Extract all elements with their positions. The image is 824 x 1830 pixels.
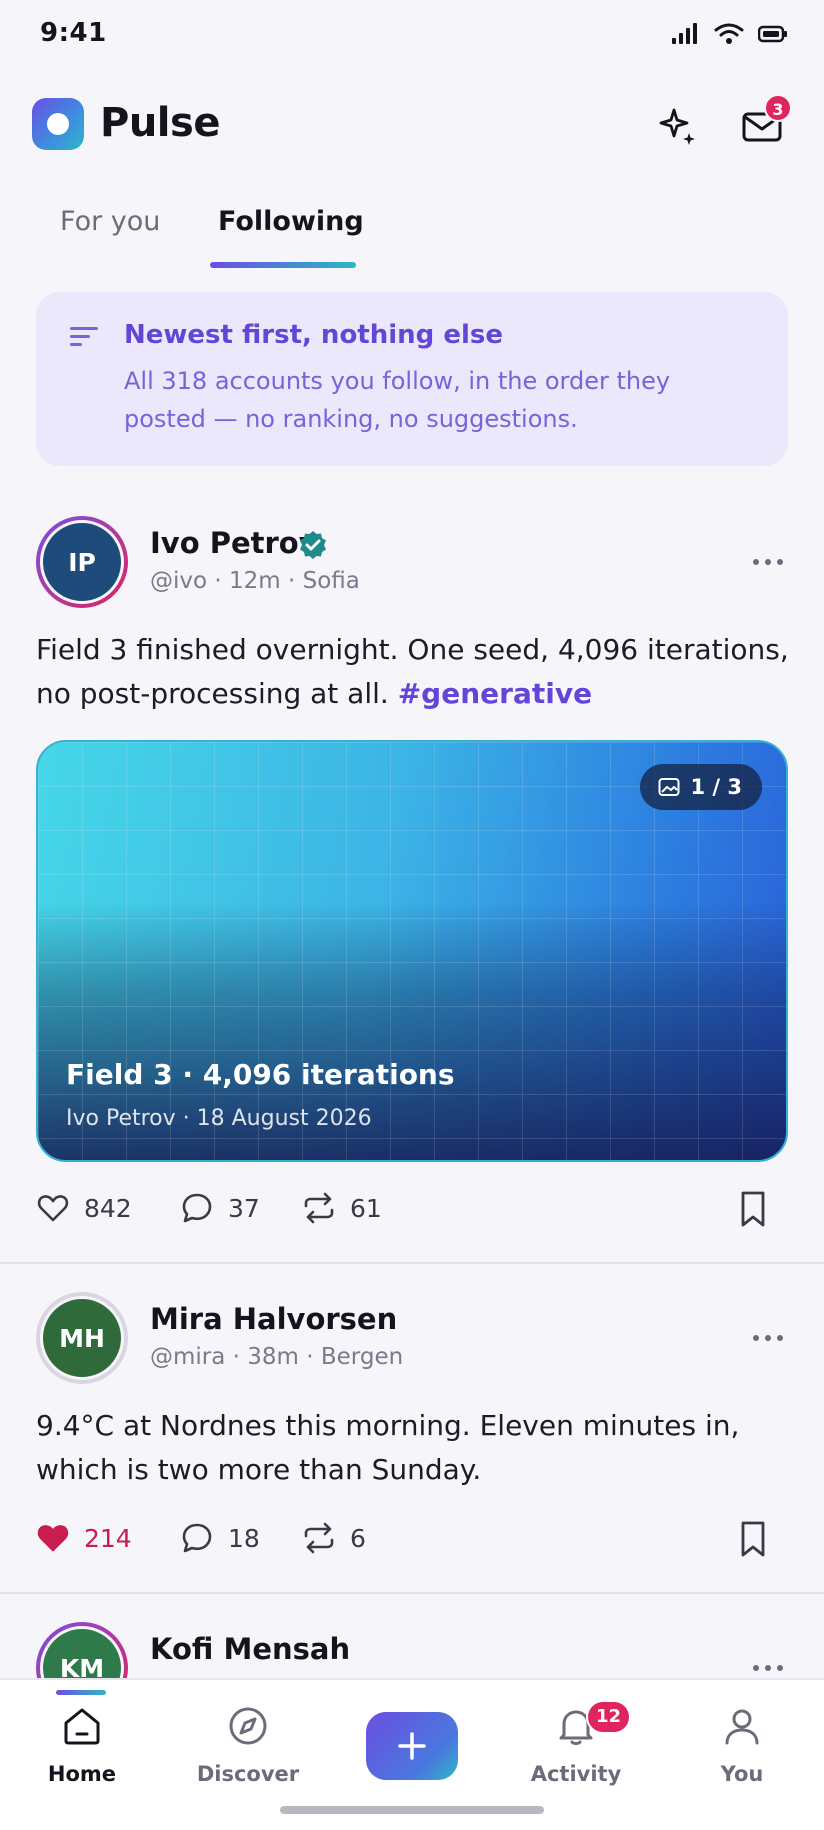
comment-button[interactable]: 18 — [180, 1514, 260, 1562]
media-counter-text: 1 / 3 — [690, 775, 742, 799]
app-header: Pulse — [0, 80, 824, 168]
more-options-icon[interactable] — [748, 1326, 788, 1350]
status-time: 9:41 — [40, 18, 107, 48]
avatar[interactable]: MH — [36, 1292, 128, 1384]
app-logo — [32, 98, 84, 150]
sort-icon — [70, 327, 98, 346]
post-actions: 214 18 6 — [36, 1514, 796, 1562]
compose-button[interactable] — [366, 1712, 458, 1780]
post-divider — [0, 1592, 824, 1594]
hashtag-link[interactable]: #generative — [398, 677, 592, 710]
nav-active-indicator — [56, 1690, 106, 1695]
avatar-initials: MH — [40, 1296, 124, 1380]
more-options-icon[interactable] — [748, 1656, 788, 1678]
repost-icon — [304, 1192, 334, 1224]
nav-home[interactable]: Home — [12, 1704, 152, 1786]
nav-home-label: Home — [47, 1762, 117, 1786]
comment-button[interactable]: 37 — [180, 1184, 260, 1232]
home-indicator — [280, 1806, 544, 1814]
nav-you[interactable]: You — [672, 1704, 812, 1786]
home-icon — [64, 1708, 100, 1745]
media-counter: 1 / 3 — [640, 764, 762, 810]
banner-title: Newest first, nothing else — [124, 320, 503, 350]
post-media-image[interactable]: 1 / 3 Field 3 · 4,096 iterations Ivo Pet… — [36, 740, 788, 1162]
app-title: Pulse — [100, 100, 220, 146]
sparkle-icon — [659, 108, 695, 145]
post-actions: 842 37 61 — [36, 1184, 796, 1232]
avatar-initials: IP — [40, 520, 124, 604]
author-meta: @ivo · 12m · Sofia — [150, 568, 360, 594]
nav-you-label: You — [720, 1762, 764, 1786]
avatar[interactable]: IP — [36, 516, 128, 608]
more-options-icon[interactable] — [748, 550, 788, 574]
banner-text: All 318 accounts you follow, in the orde… — [124, 367, 671, 433]
like-count: 842 — [84, 1193, 132, 1223]
nav-activity-label: Activity — [530, 1762, 622, 1786]
like-button[interactable]: 214 — [36, 1514, 132, 1562]
tab-following[interactable]: Following — [218, 206, 364, 237]
activity-badge: 12 — [586, 1700, 632, 1734]
verified-icon — [300, 531, 326, 559]
repost-icon — [304, 1522, 334, 1554]
post-text: 9.4°C at Nordnes this morning. Eleven mi… — [36, 1409, 740, 1486]
comment-icon — [182, 1193, 212, 1223]
comment-count: 18 — [228, 1523, 260, 1553]
compass-icon — [229, 1707, 267, 1745]
feed-tabs: For you Following — [0, 190, 824, 270]
avatar[interactable]: KM — [36, 1622, 128, 1678]
nav-discover-label: Discover — [196, 1762, 300, 1786]
repost-button[interactable]: 6 — [302, 1514, 366, 1562]
heart-icon — [37, 1195, 69, 1222]
comment-count: 37 — [228, 1193, 260, 1223]
like-button[interactable]: 842 — [36, 1184, 132, 1232]
bookmark-icon[interactable] — [736, 1520, 770, 1558]
repost-count: 6 — [350, 1523, 366, 1553]
author-name[interactable]: Kofi Mensah — [150, 1632, 350, 1666]
bookmark-icon[interactable] — [736, 1190, 770, 1228]
tab-for-you[interactable]: For you — [60, 206, 160, 237]
status-icons — [670, 22, 788, 46]
media-title: Field 3 · 4,096 iterations — [66, 1058, 455, 1091]
media-caption: Ivo Petrov · 18 August 2026 — [66, 1106, 372, 1131]
like-count: 214 — [84, 1523, 132, 1553]
profile-icon — [725, 1709, 759, 1745]
sparkle-button[interactable] — [654, 102, 702, 150]
avatar-initials: KM — [40, 1626, 124, 1678]
post-divider — [0, 1262, 824, 1264]
feed-info-banner: Newest first, nothing else All 318 accou… — [36, 292, 788, 466]
repost-count: 61 — [350, 1193, 382, 1223]
nav-discover[interactable]: Discover — [178, 1704, 318, 1786]
messages-badge: 3 — [764, 94, 792, 122]
author-name[interactable]: Ivo Petrov — [150, 526, 318, 560]
post-text: Field 3 finished overnight. One seed, 4,… — [36, 628, 796, 716]
image-icon — [658, 778, 680, 796]
status-bar: 9:41 — [0, 0, 824, 70]
heart-filled-icon — [37, 1525, 69, 1552]
wifi-icon — [714, 23, 744, 44]
author-name[interactable]: Mira Halvorsen — [150, 1302, 397, 1336]
author-meta: @mira · 38m · Bergen — [150, 1344, 404, 1370]
post-card: KM Kofi Mensah — [0, 1622, 824, 1678]
repost-button[interactable]: 61 — [302, 1184, 382, 1232]
cellular-signal-icon — [672, 23, 697, 44]
battery-icon — [758, 25, 787, 43]
active-tab-indicator — [210, 262, 356, 268]
comment-icon — [182, 1523, 212, 1553]
plus-icon — [398, 1732, 426, 1760]
